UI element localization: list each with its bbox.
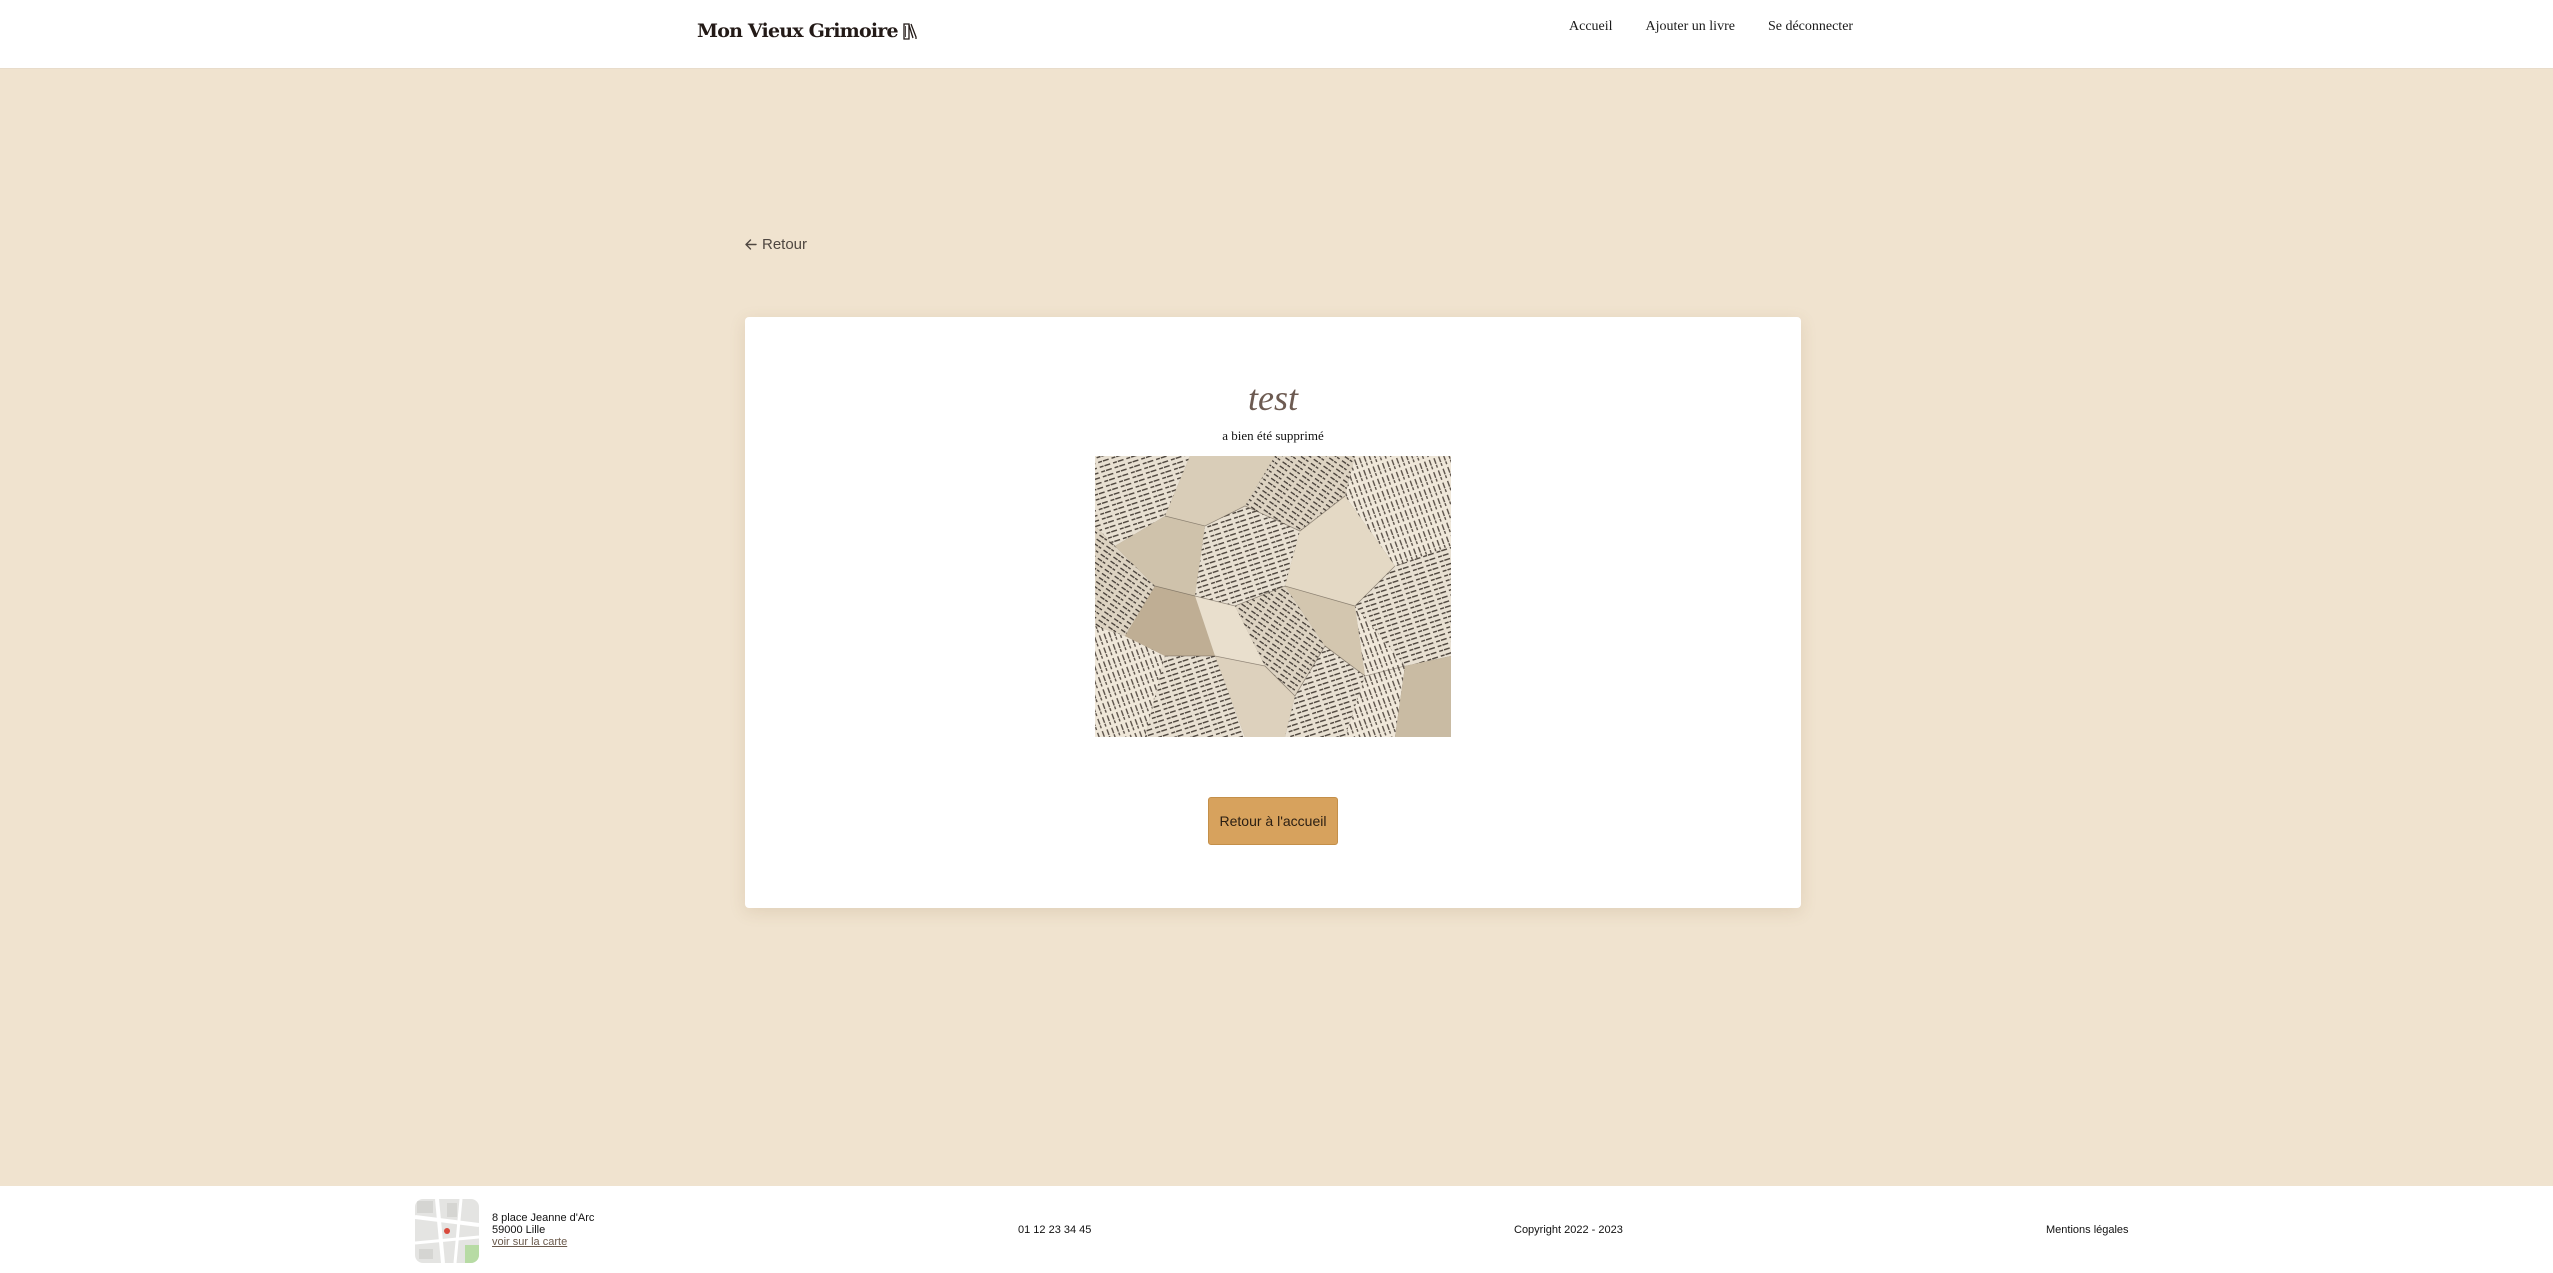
- back-link[interactable]: Retour: [744, 236, 807, 253]
- site-logo[interactable]: Mon Vieux Grimoire: [697, 20, 918, 42]
- address: 8 place Jeanne d'Arc 59000 Lille voir su…: [492, 1212, 594, 1248]
- book-logo-icon: [903, 22, 917, 40]
- site-footer: 8 place Jeanne d'Arc 59000 Lille voir su…: [0, 1186, 2553, 1273]
- nav-deconnexion[interactable]: Se déconnecter: [1768, 19, 1853, 35]
- copyright: Copyright 2022 - 2023: [1514, 1224, 1623, 1236]
- crumpled-pages-image: [1095, 456, 1451, 737]
- main-nav: Accueil Ajouter un livre Se déconnecter: [1569, 19, 1853, 35]
- logo-text: Mon Vieux Grimoire: [697, 20, 899, 42]
- view-map-link[interactable]: voir sur la carte: [492, 1236, 594, 1248]
- deletion-confirmation-card: test a bien été supprimé Retour à l'accu…: [745, 317, 1801, 908]
- address-street: 8 place Jeanne d'Arc: [492, 1212, 595, 1224]
- legal-notice-link[interactable]: Mentions légales: [2046, 1224, 2129, 1236]
- book-title: test: [1248, 378, 1298, 418]
- phone-number: 01 12 23 34 45: [1018, 1224, 1092, 1236]
- map-thumbnail-icon[interactable]: [415, 1199, 479, 1263]
- site-header: Mon Vieux Grimoire Accueil Ajouter un li…: [0, 0, 2553, 69]
- nav-accueil[interactable]: Accueil: [1569, 19, 1613, 35]
- back-link-label: Retour: [762, 236, 808, 253]
- back-to-home-button[interactable]: Retour à l'accueil: [1208, 797, 1338, 845]
- arrow-left-icon: [745, 239, 757, 250]
- address-city: 59000 Lille: [492, 1224, 546, 1236]
- deletion-message: a bien été supprimé: [1222, 428, 1324, 443]
- nav-ajouter-livre[interactable]: Ajouter un livre: [1646, 19, 1735, 35]
